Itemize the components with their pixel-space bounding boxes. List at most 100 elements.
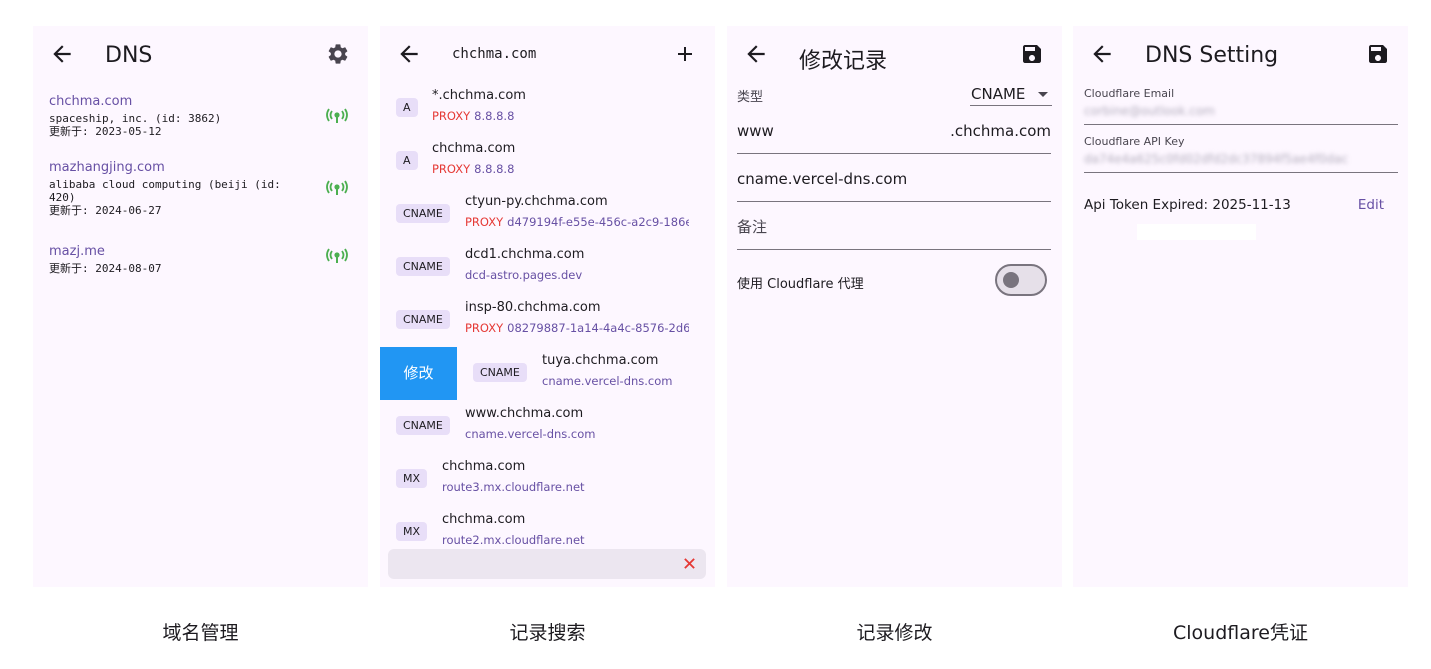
record-value: PROXY 08279887-1a14-4a4c-8576-2d64 (465, 321, 689, 335)
record-name: tuya.chchma.com (542, 353, 659, 368)
record-name: chchma.com (432, 141, 516, 156)
page-title: 修改记录 (799, 49, 888, 74)
record-item[interactable]: MX chchma.com route3.mx.cloudflare.net (380, 453, 715, 506)
record-type-badge: A (396, 98, 418, 117)
record-item[interactable]: CNAME insp-80.chchma.com PROXY 08279887-1… (380, 294, 715, 347)
page-title: chchma.com (452, 46, 537, 62)
search-bar (388, 549, 706, 579)
record-item[interactable]: CNAME dcd1.chchma.com dcd-astro.pages.de… (380, 241, 715, 294)
record-value: cname.vercel-dns.com (542, 374, 673, 388)
gear-icon[interactable] (326, 42, 350, 66)
domain-name: chchma.com (49, 94, 133, 109)
save-icon[interactable] (1020, 42, 1044, 66)
record-name: dcd1.chchma.com (465, 247, 585, 262)
record-type-badge: MX (396, 522, 428, 541)
record-value: dcd-astro.pages.dev (465, 268, 583, 282)
record-type-badge: MX (396, 469, 428, 488)
apikey-field[interactable]: Cloudflare API Key da74e4a625c0fd02dfd2d… (1084, 135, 1398, 173)
apikey-label: Cloudflare API Key (1084, 135, 1185, 148)
proxy-toggle-row: 使用 Cloudflare 代理 (737, 264, 1051, 300)
caret-down-icon (1038, 92, 1048, 97)
proxy-tag: PROXY (465, 215, 504, 229)
proxy-tag: PROXY (432, 162, 471, 176)
domain-item[interactable]: chchma.com spaceship, inc. (id: 3862) 更新… (49, 94, 349, 138)
domain-registrar: spaceship, inc. (id: 3862) (49, 112, 222, 125)
content-field (737, 156, 1051, 202)
domain-updated: 更新于: 2024-08-07 (49, 262, 162, 275)
caption-cloudflare-credentials: Cloudflare凭证 (1173, 622, 1308, 644)
caption-domain-management: 域名管理 (162, 622, 239, 644)
record-type-badge: CNAME (473, 363, 527, 382)
type-dropdown[interactable]: CNAME (970, 84, 1052, 106)
record-item[interactable]: CNAME ctyun-py.chchma.com PROXY d479194f-… (380, 188, 715, 241)
record-list-screen: chchma.com A *.chchma.com PROXY 8.8.8.8 A… (380, 26, 715, 587)
name-input[interactable] (737, 122, 937, 140)
domain-item[interactable]: mazhangjing.com alibaba cloud computing … (49, 160, 349, 217)
back-arrow-icon[interactable] (396, 41, 422, 67)
broadcast-icon (326, 108, 348, 123)
domain-updated: 更新于: 2023-05-12 (49, 125, 162, 138)
comment-field (737, 204, 1051, 250)
proxy-toggle-label: 使用 Cloudflare 代理 (737, 277, 864, 292)
search-input[interactable] (396, 553, 666, 575)
record-type-badge: CNAME (396, 310, 450, 329)
type-label: 类型 (737, 90, 764, 105)
domain-suffix: .chchma.com (950, 122, 1051, 140)
proxy-tag: PROXY (432, 109, 471, 123)
app-bar: DNS Setting (1073, 26, 1408, 84)
domain-name: mazj.me (49, 244, 105, 259)
record-value: route3.mx.cloudflare.net (442, 480, 585, 494)
app-bar: DNS (33, 26, 368, 84)
email-field[interactable]: Cloudflare Email corbine@outlook.com (1084, 87, 1398, 125)
domain-registrar-id: 420) (49, 191, 76, 204)
domain-list-screen: DNS chchma.com spaceship, inc. (id: 3862… (33, 26, 368, 587)
edit-record-screen: 修改记录 类型 CNAME .chchma.com 使用 Cloudflare … (727, 26, 1062, 587)
record-value: PROXY 8.8.8.8 (432, 109, 515, 123)
token-expiry-text: Api Token Expired: 2025-11-13 (1084, 197, 1291, 213)
record-name: insp-80.chchma.com (465, 300, 601, 315)
comment-input[interactable] (737, 218, 1037, 236)
broadcast-icon (326, 248, 348, 263)
record-item[interactable]: CNAME tuya.chchma.com cname.vercel-dns.c… (457, 347, 715, 400)
email-value: corbine@outlook.com (1084, 104, 1215, 118)
domain-name: mazhangjing.com (49, 160, 165, 175)
record-type-badge: CNAME (396, 257, 450, 276)
app-bar: chchma.com (380, 26, 715, 84)
record-type-badge: CNAME (396, 416, 450, 435)
back-arrow-icon[interactable] (1089, 41, 1115, 67)
record-type-badge: A (396, 151, 418, 170)
caption-record-search: 记录搜索 (509, 622, 586, 644)
proxy-toggle-switch[interactable] (995, 264, 1047, 296)
apikey-value: da74e4a625c0fd02dfd2dc37894f5ae4f0dac (1084, 152, 1348, 166)
close-icon[interactable] (683, 557, 696, 570)
placeholder-bar (1137, 224, 1256, 240)
record-item[interactable]: A chchma.com PROXY 8.8.8.8 (380, 135, 715, 188)
app-bar: 修改记录 (727, 26, 1062, 84)
email-label: Cloudflare Email (1084, 87, 1175, 100)
record-item[interactable]: A *.chchma.com PROXY 8.8.8.8 (380, 82, 715, 135)
record-value: route2.mx.cloudflare.net (442, 533, 585, 547)
record-value: PROXY 8.8.8.8 (432, 162, 515, 176)
record-name: chchma.com (442, 512, 526, 527)
add-icon[interactable] (673, 42, 697, 66)
domain-updated: 更新于: 2024-06-27 (49, 204, 162, 217)
save-icon[interactable] (1366, 42, 1390, 66)
proxy-tag: PROXY (465, 321, 504, 335)
caption-record-edit: 记录修改 (856, 622, 933, 644)
back-arrow-icon[interactable] (743, 41, 769, 67)
edit-button[interactable]: Edit (1358, 197, 1384, 213)
content-input[interactable] (737, 170, 1037, 188)
record-type-badge: CNAME (396, 204, 450, 223)
back-arrow-icon[interactable] (49, 41, 75, 67)
dns-setting-screen: DNS Setting Cloudflare Email corbine@out… (1073, 26, 1408, 587)
record-name: *.chchma.com (432, 88, 526, 103)
edit-swipe-button[interactable]: 修改 (380, 347, 457, 400)
domain-item[interactable]: mazj.me 更新于: 2024-08-07 (49, 244, 349, 275)
type-value: CNAME (971, 85, 1026, 103)
domain-registrar: alibaba cloud computing (beiji (id: (49, 178, 281, 191)
record-name: chchma.com (442, 459, 526, 474)
page-title: DNS Setting (1145, 43, 1279, 68)
page-title: DNS (105, 43, 153, 68)
name-field: .chchma.com (737, 108, 1051, 154)
record-item[interactable]: CNAME www.chchma.com cname.vercel-dns.co… (380, 400, 715, 453)
